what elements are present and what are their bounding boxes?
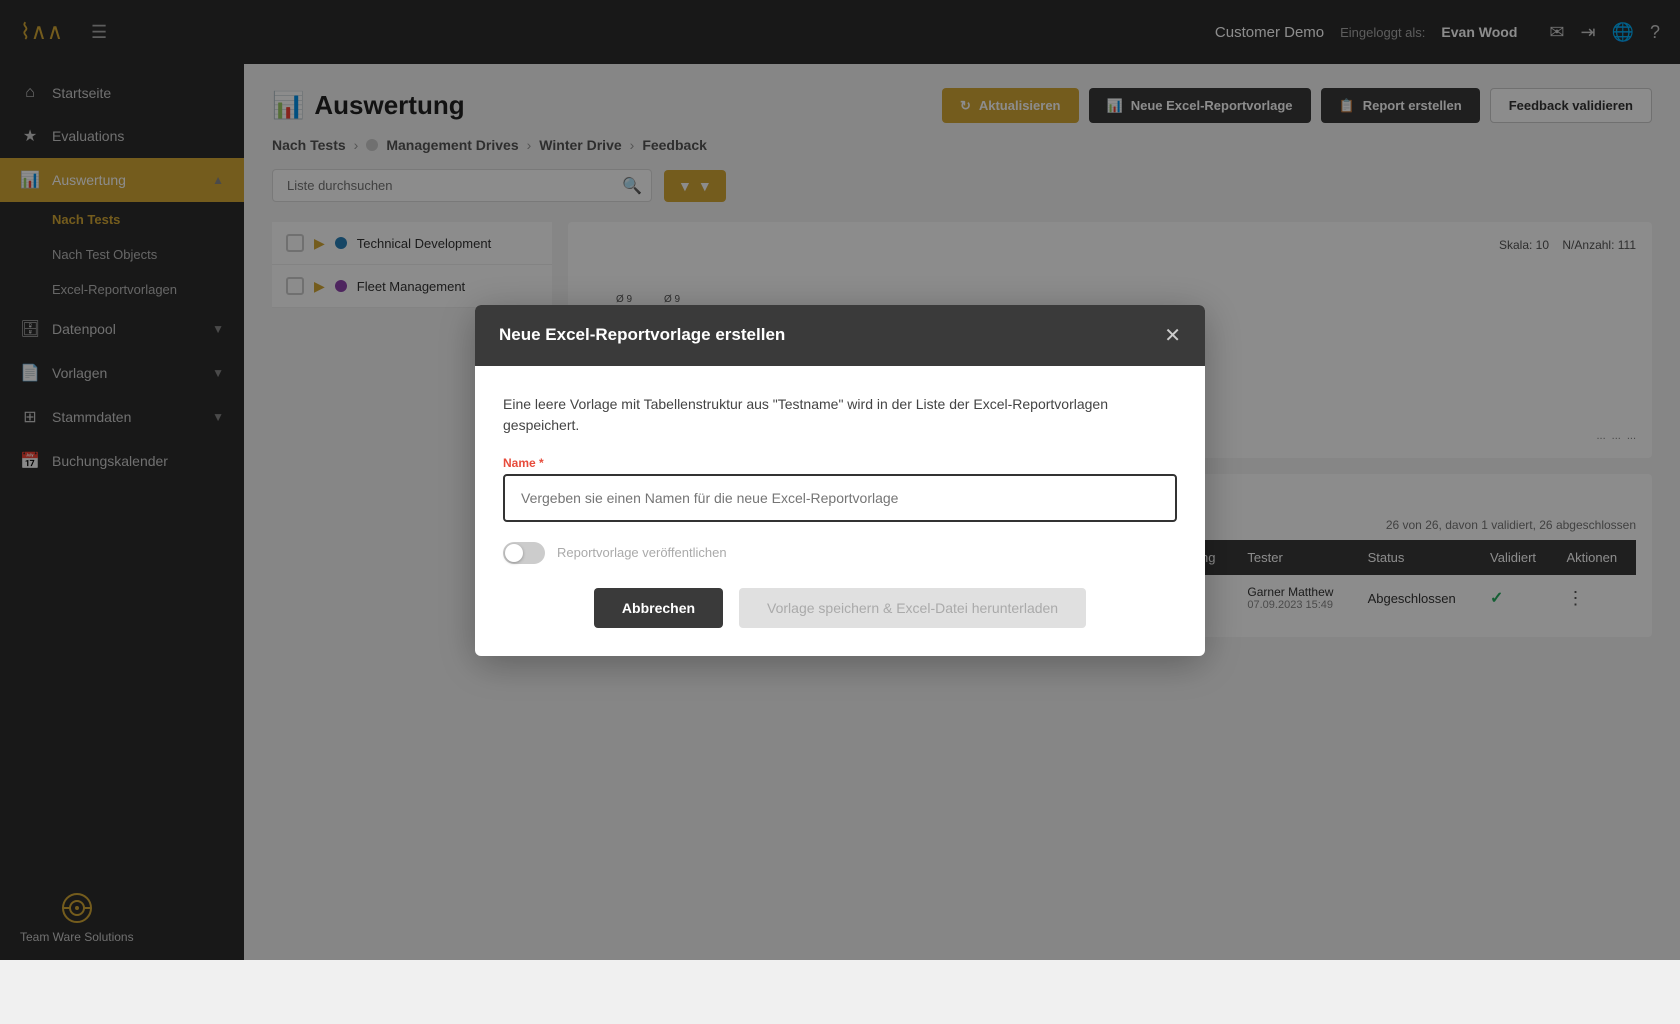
modal-field-label: Name *	[503, 456, 1177, 470]
modal-body: Eine leere Vorlage mit Tabellenstruktur …	[475, 366, 1205, 656]
modal-save-button[interactable]: Vorlage speichern & Excel-Datei herunter…	[739, 588, 1086, 628]
modal-footer: Abbrechen Vorlage speichern & Excel-Date…	[503, 588, 1177, 636]
modal-overlay[interactable]: Neue Excel-Reportvorlage erstellen ✕ Ein…	[0, 0, 1680, 960]
publish-toggle[interactable]	[503, 542, 545, 564]
modal-input-wrap	[503, 474, 1177, 522]
toggle-label: Reportvorlage veröffentlichen	[557, 545, 727, 560]
modal-name-input[interactable]	[505, 476, 1175, 520]
modal-toggle-row: Reportvorlage veröffentlichen	[503, 542, 1177, 564]
required-asterisk: *	[539, 456, 544, 470]
modal-title: Neue Excel-Reportvorlage erstellen	[499, 325, 785, 345]
modal-close-button[interactable]: ✕	[1164, 323, 1181, 348]
modal-cancel-button[interactable]: Abbrechen	[594, 588, 723, 628]
modal-header: Neue Excel-Reportvorlage erstellen ✕	[475, 305, 1205, 366]
toggle-knob	[505, 544, 523, 562]
modal-description: Eine leere Vorlage mit Tabellenstruktur …	[503, 394, 1177, 436]
modal-dialog: Neue Excel-Reportvorlage erstellen ✕ Ein…	[475, 305, 1205, 656]
modal-name-field: Name *	[503, 456, 1177, 522]
